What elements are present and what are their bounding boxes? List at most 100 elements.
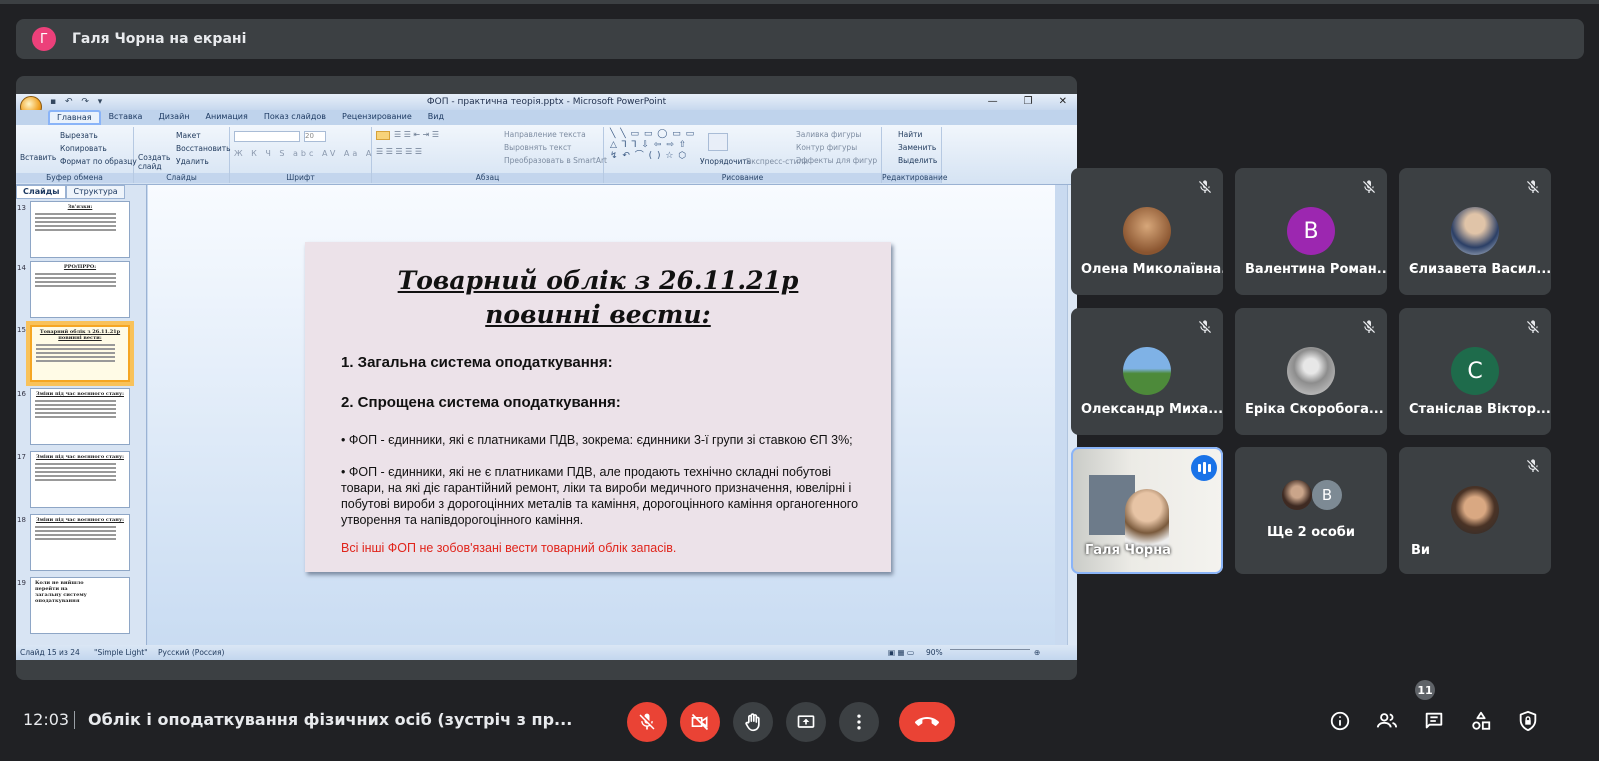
participant-name: Станіслав Віктор... [1409, 402, 1551, 417]
tab-review[interactable]: Рецензирование [334, 110, 420, 125]
participant-tile[interactable]: Еріка Скоробога... [1235, 308, 1387, 435]
slide-thumbnail-selected[interactable]: Товарний облік з 26.11.21р повинні вести… [26, 321, 134, 386]
slide-thumbnail[interactable]: Зміни під час воєнного стану: [30, 388, 130, 445]
participant-name: Еріка Скоробога... [1245, 402, 1384, 417]
list-buttons[interactable]: ☰ ☰ ⇤ ⇥ ☰ [394, 130, 439, 139]
shape-effects-button[interactable]: Эффекты для фигур [796, 156, 877, 165]
smartart-button[interactable]: Преобразовать в SmartArt [504, 156, 607, 165]
shield-lock-icon [1519, 710, 1537, 732]
participant-overflow-tile[interactable]: B Ще 2 особи [1235, 447, 1387, 574]
raise-hand-button[interactable] [733, 702, 773, 742]
mic-off-icon [1199, 180, 1211, 193]
shape-fill-button[interactable]: Заливка фигуры [796, 130, 861, 139]
tab-home[interactable]: Главная [48, 110, 101, 125]
slides-panel: Слайды Структура 13 Зв'язки: 14 РРО/ПРРО… [16, 185, 147, 645]
more-vert-icon [857, 714, 861, 730]
mic-off-icon [1527, 459, 1539, 472]
zoom-plus-icon[interactable]: ⊕ [1034, 645, 1040, 660]
view-buttons[interactable]: ▣ ▦ ▭ [888, 645, 914, 660]
bullets-button[interactable] [376, 131, 390, 140]
participant-name: Олена Миколаївна... [1081, 262, 1223, 277]
mic-off-icon [1527, 320, 1539, 333]
participant-tile[interactable]: Єлизавета Васил... [1399, 168, 1551, 295]
slide-note: Всі інші ФОП не зобов'язані вести товарн… [341, 541, 677, 555]
theme-name: "Simple Light" [94, 648, 148, 657]
participant-avatar [1451, 207, 1499, 255]
slide-thumbnail[interactable]: Зміни під час воєнного стану: [30, 514, 130, 571]
camera-toggle-button[interactable] [680, 702, 720, 742]
current-time: 12:03 [23, 710, 70, 729]
participant-avatar [1123, 347, 1171, 395]
copy-button[interactable]: Копировать [60, 144, 107, 153]
new-slide-button[interactable]: Создать слайд [138, 153, 170, 171]
slide-thumbnail[interactable]: РРО/ПРРО: [30, 261, 130, 318]
mic-toggle-button[interactable] [627, 702, 667, 742]
leave-call-button[interactable] [899, 702, 955, 742]
current-slide[interactable]: Товарний облік з 26.11.21р повинні вести… [305, 242, 891, 572]
presentation-label: Галя Чорна на екрані [72, 31, 247, 47]
participant-tile[interactable]: В Валентина Роман... [1235, 168, 1387, 295]
replace-button[interactable]: Заменить [898, 143, 936, 152]
host-controls-button[interactable] [1516, 709, 1540, 733]
activities-icon [1472, 711, 1491, 730]
participant-tile[interactable]: Олена Миколаївна... [1071, 168, 1223, 295]
mic-off-icon [1363, 180, 1375, 193]
arrange-button[interactable]: Упорядочить [700, 157, 751, 166]
font-format-buttons[interactable]: Ж К Ч S abc AV Aa A [234, 149, 374, 158]
participant-tile[interactable]: Олександр Миха... [1071, 308, 1223, 435]
chat-button[interactable] [1422, 709, 1446, 733]
shapes-gallery[interactable]: ╲ ╲ ▭ ▭ ◯ ▭ ▭ △ ⅂ ⅂ ⇩ ⇦ ⇨ ⇧ ↯ ↶ ⌒ ( ) ☆ ⬡ [610, 129, 695, 162]
meeting-details-button[interactable] [1328, 709, 1352, 733]
slide-thumbnail[interactable]: Зв'язки: [30, 201, 130, 258]
text-direction-button[interactable]: Направление текста [504, 130, 586, 139]
people-button[interactable] [1375, 709, 1399, 733]
align-buttons[interactable]: ☰ ☰ ☰ ☰ ☰ [376, 147, 422, 156]
top-divider [0, 0, 1599, 4]
ppt-status-bar: Слайд 15 из 24 "Simple Light" Русский (Р… [16, 645, 1077, 660]
participant-tile-speaking[interactable]: Галя Чорна [1071, 447, 1223, 574]
participant-avatar [1282, 480, 1312, 510]
editing-group-label: Редактирование [882, 173, 948, 183]
tab-slideshow[interactable]: Показ слайдов [256, 110, 334, 125]
cut-button[interactable]: Вырезать [60, 131, 98, 140]
layout-button[interactable]: Макет [176, 131, 201, 140]
font-size-select[interactable]: 20 [304, 131, 326, 142]
activities-button[interactable] [1469, 709, 1493, 733]
find-button[interactable]: Найти [898, 130, 922, 139]
font-name-select[interactable] [234, 131, 300, 142]
reset-button[interactable]: Восстановить [176, 144, 231, 153]
participant-avatar: С [1451, 347, 1499, 395]
minimize-icon[interactable]: — [988, 94, 998, 110]
tab-outline[interactable]: Структура [66, 185, 125, 199]
shape-outline-button[interactable]: Контур фигуры [796, 143, 857, 152]
quick-access-toolbar[interactable]: ▪ ↶ ↷ ▾ [50, 97, 105, 107]
more-options-button[interactable] [839, 702, 879, 742]
format-painter-button[interactable]: Формат по образцу [60, 157, 137, 166]
slide-thumbnail[interactable]: Коли не вийшло перейти на загальну систе… [30, 577, 130, 634]
participant-tile[interactable]: С Станіслав Віктор... [1399, 308, 1551, 435]
tab-animation[interactable]: Анимация [198, 110, 256, 125]
paragraph-group: ☰ ☰ ⇤ ⇥ ☰ ☰ ☰ ☰ ☰ ☰ Направление текста В… [372, 127, 607, 183]
people-count-badge: 11 [1415, 680, 1435, 700]
ppt-title-bar: ФОП - практична теорія.pptx - Microsoft … [16, 94, 1077, 110]
present-button[interactable] [786, 702, 826, 742]
restore-icon[interactable]: ❐ [1024, 94, 1033, 110]
close-icon[interactable]: ✕ [1059, 94, 1067, 110]
align-text-button[interactable]: Выровнять текст [504, 143, 571, 152]
paste-button[interactable]: Вставить [20, 153, 56, 162]
participant-tile-self[interactable]: Ви [1399, 447, 1551, 574]
arrange-icon [708, 133, 728, 151]
mic-off-icon [1199, 320, 1211, 333]
delete-button[interactable]: Удалить [176, 157, 209, 166]
zoom-slider[interactable] [950, 649, 1030, 655]
info-icon [1330, 711, 1350, 731]
window-controls: — ❐ ✕ [988, 94, 1067, 110]
tab-design[interactable]: Дизайн [150, 110, 197, 125]
camera-off-icon [691, 713, 709, 731]
slide-thumbnail[interactable]: Зміни під час воєнного стану: [30, 451, 130, 508]
tab-view[interactable]: Вид [420, 110, 452, 125]
select-button[interactable]: Выделить [898, 156, 937, 165]
tab-slides[interactable]: Слайды [16, 185, 67, 199]
participant-avatar: B [1312, 480, 1342, 510]
tab-insert[interactable]: Вставка [101, 110, 151, 125]
